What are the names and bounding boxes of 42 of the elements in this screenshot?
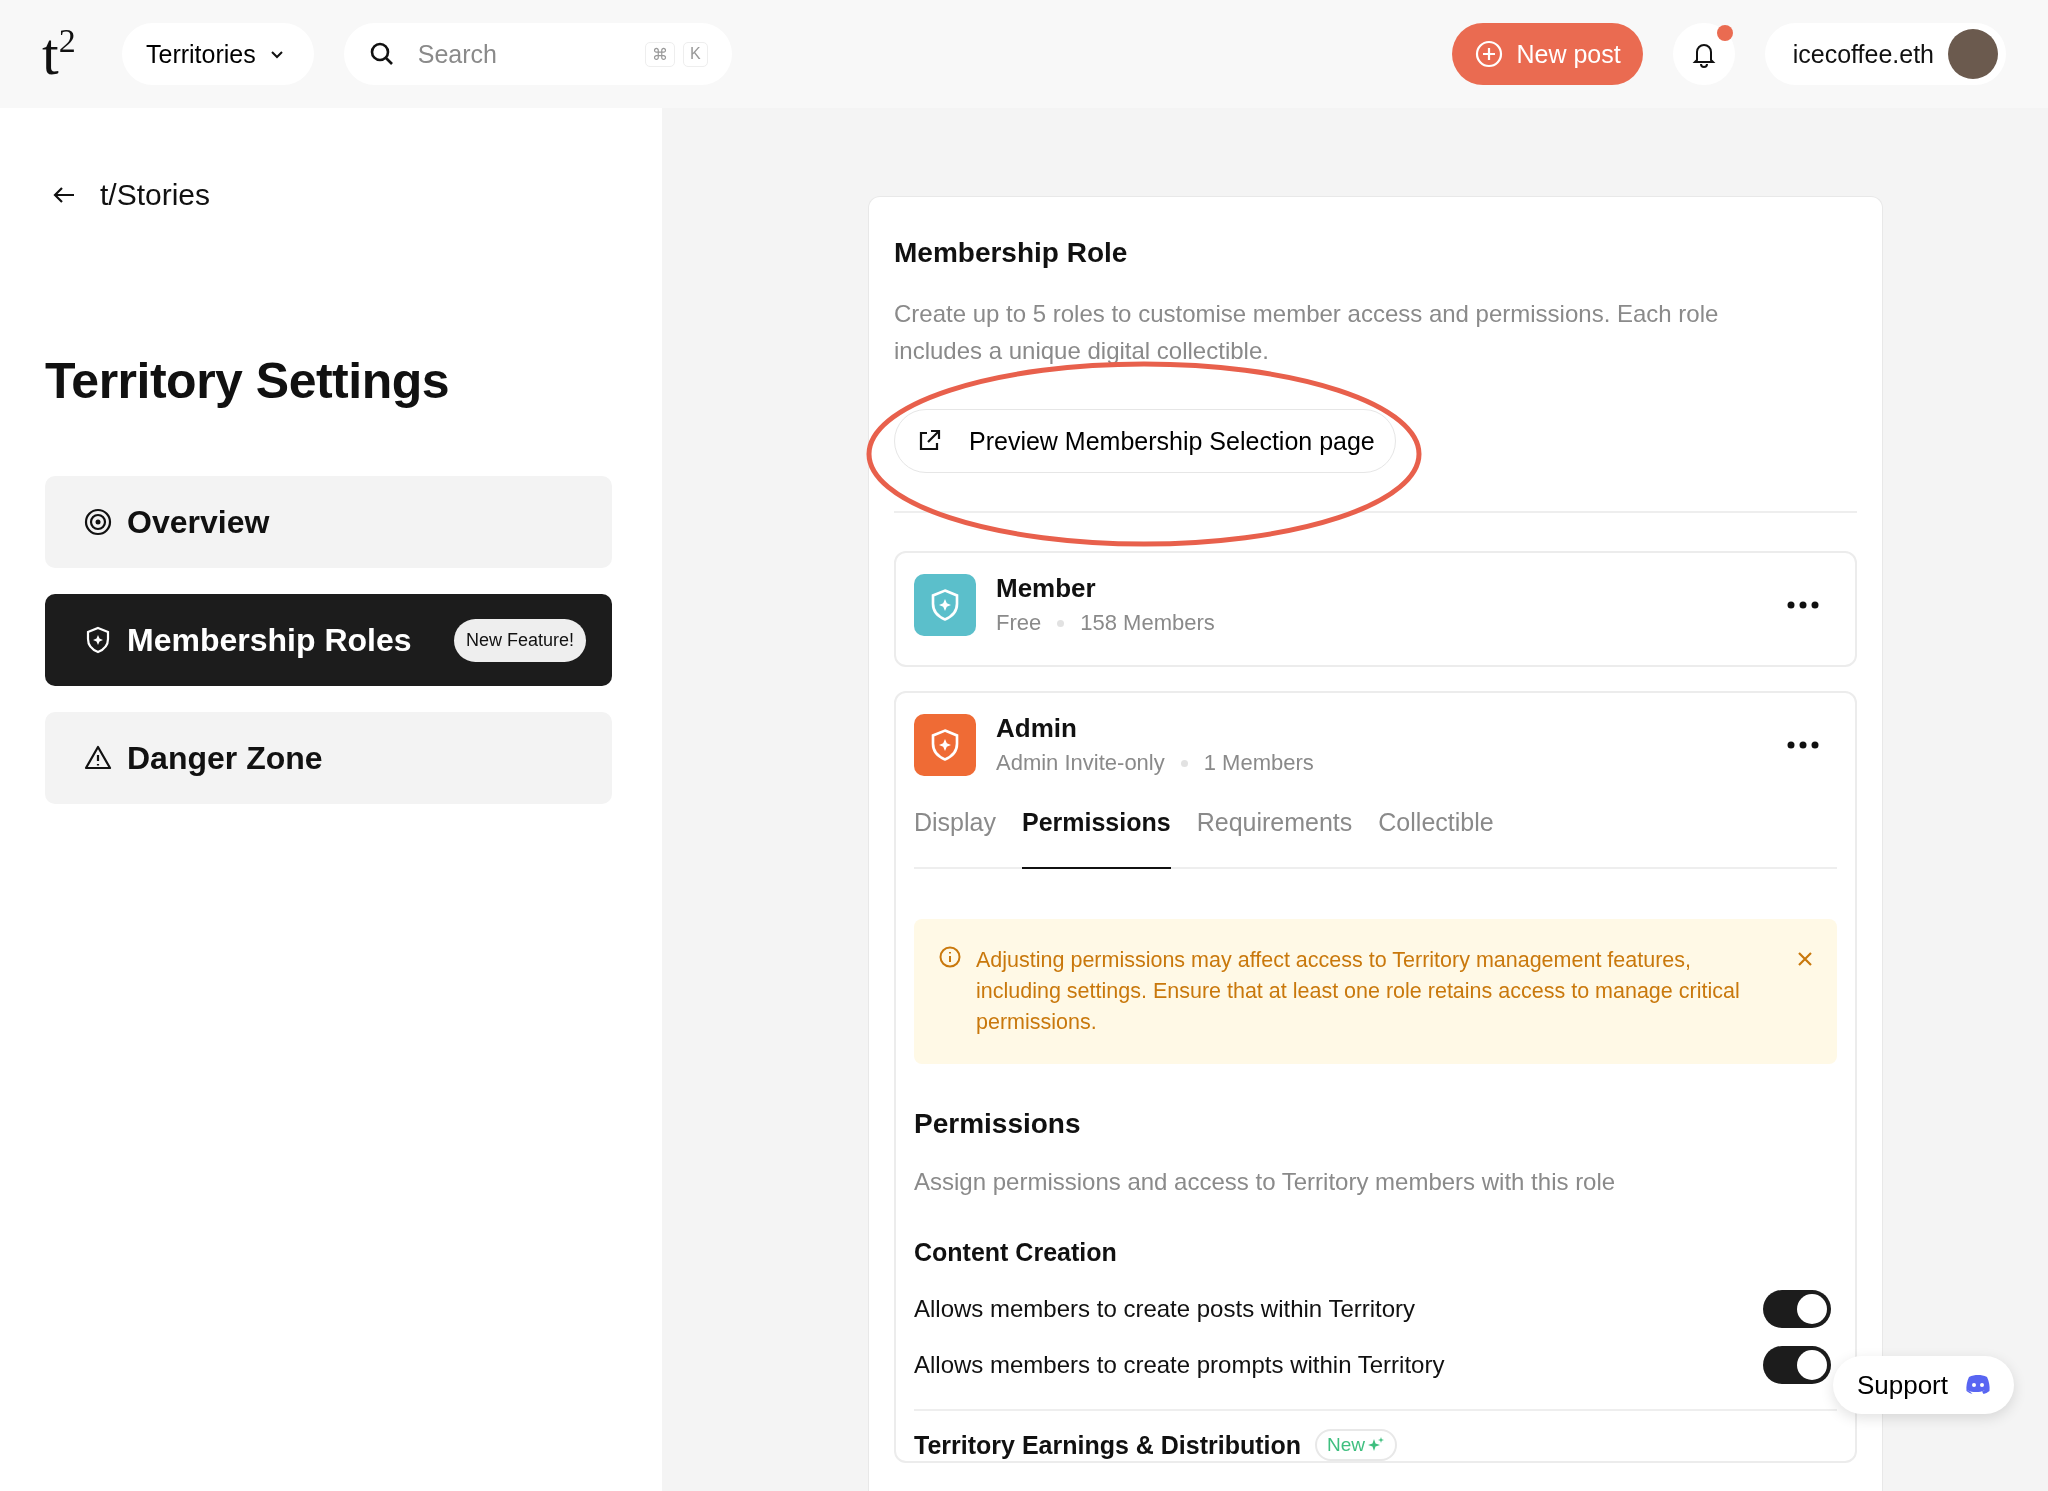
avatar	[1948, 29, 1998, 79]
territories-dropdown[interactable]: Territories	[122, 23, 314, 85]
toggle-switch[interactable]	[1763, 1346, 1831, 1384]
role-member-count: 158 Members	[1080, 610, 1215, 636]
info-icon	[938, 945, 962, 969]
card-description: Create up to 5 roles to customise member access and permissions. Each role includes a unique digital collectible.	[894, 299, 1720, 366]
permissions-heading: Permissions	[914, 1108, 1082, 1140]
permission-label: Allows members to create posts within Territory	[914, 1295, 1416, 1323]
target-icon	[83, 507, 113, 537]
new-badge: New	[1315, 1429, 1398, 1461]
support-button[interactable]: Support	[1832, 1356, 2014, 1414]
shortcut-key: ⌘	[645, 42, 676, 67]
user-menu[interactable]: icecoffee.eth	[1764, 23, 2006, 85]
role-member-count: 1 Members	[1203, 750, 1314, 776]
toggle-switch[interactable]	[1763, 1290, 1831, 1328]
role-access: Free	[996, 610, 1042, 636]
new-feature-badge: New Feature!	[453, 618, 586, 662]
username: icecoffee.eth	[1792, 39, 1934, 69]
more-options-icon[interactable]	[1787, 600, 1819, 609]
section-heading: Content Creation	[914, 1238, 1118, 1267]
alert-message: Adjusting permissions may affect access to Territory management features, including settings. Ensure that at least one role retains access to manage critical permissions.	[976, 947, 1741, 1036]
role-name: Member	[996, 573, 1097, 604]
chat-bubble-icon	[1964, 1374, 1992, 1396]
sidebar-item[interactable]: Danger Zone	[45, 712, 612, 804]
plus-circle-icon	[1474, 39, 1505, 69]
permission-label: Allows members to create prompts within Territory	[914, 1351, 1445, 1379]
preview-button[interactable]: Preview Membership Selection page	[894, 409, 1396, 473]
shortcut-key: K	[683, 42, 708, 67]
permissions-description: Assign permissions and access to Territory members with this role	[914, 1168, 1617, 1196]
tab[interactable]: Permissions	[1022, 808, 1171, 869]
logo[interactable]: t$^{2}$	[42, 24, 92, 84]
back-link[interactable]: t/Stories	[100, 178, 211, 212]
separator-dot	[1180, 759, 1188, 767]
section-heading: Territory Earnings & Distribution	[914, 1430, 1302, 1460]
sidebar-item[interactable]: Overview	[45, 476, 612, 568]
card-title: Membership Role	[894, 237, 1129, 269]
separator-dot	[1057, 619, 1065, 627]
role-name: Admin	[996, 713, 1078, 744]
role-access: Admin Invite-only	[996, 750, 1165, 776]
more-options-icon[interactable]	[1787, 740, 1819, 749]
sidebar-item[interactable]: Membership Roles New Feature!	[45, 594, 612, 686]
page-title: Territory Settings	[45, 352, 451, 410]
